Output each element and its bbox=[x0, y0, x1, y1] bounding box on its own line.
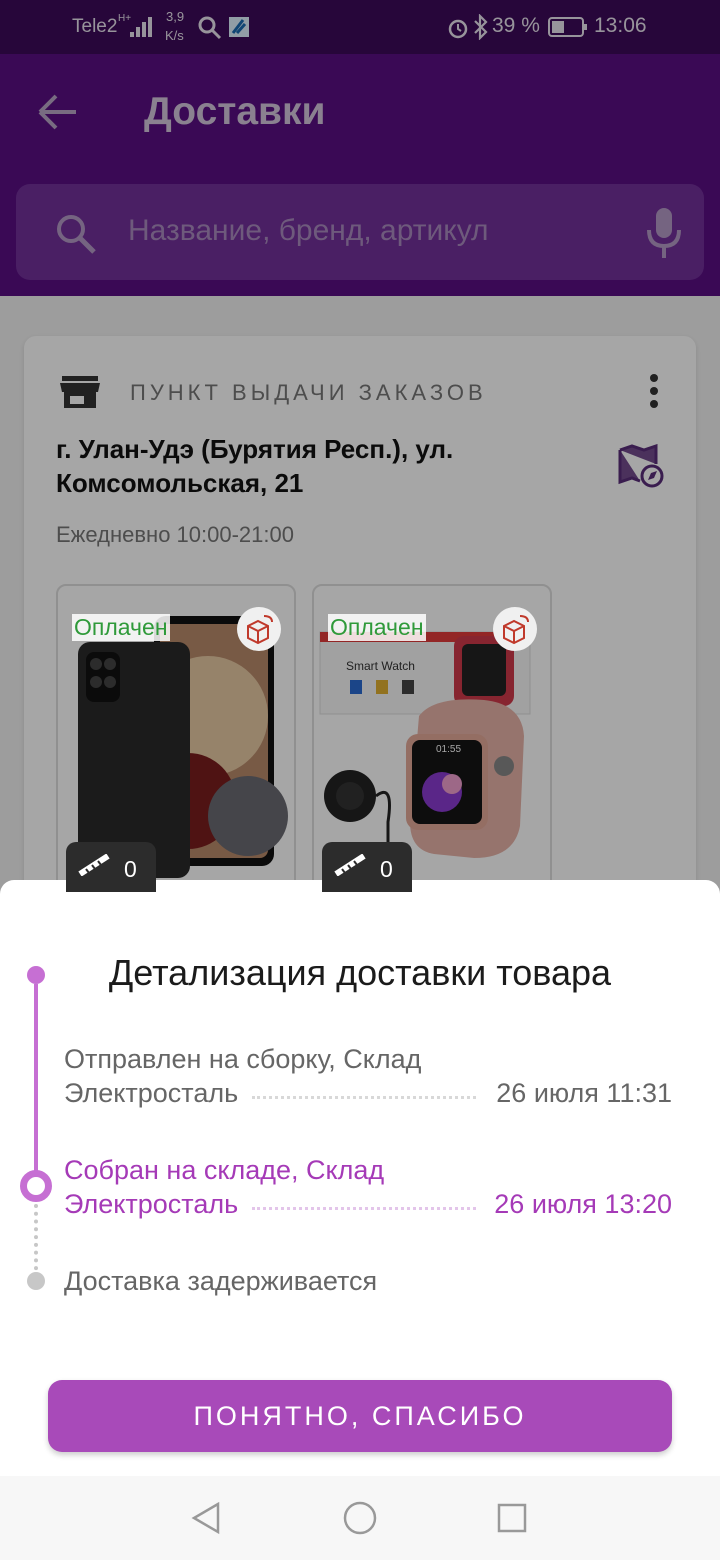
timeline-dot-done bbox=[27, 966, 45, 984]
timeline-dotted-line bbox=[34, 1204, 38, 1278]
confirm-button[interactable]: ПОНЯТНО, СПАСИБО bbox=[48, 1380, 672, 1452]
ruler-icon bbox=[78, 854, 110, 876]
return-box-icon bbox=[237, 607, 281, 651]
sizes-count: 0 bbox=[380, 856, 393, 882]
payment-status: Оплачен bbox=[328, 614, 426, 641]
step-location: Электросталь bbox=[64, 1076, 247, 1110]
step-title: Доставка задерживается bbox=[64, 1266, 378, 1296]
step-location: Электросталь bbox=[64, 1187, 247, 1221]
payment-status: Оплачен bbox=[72, 614, 170, 641]
nav-recents-icon[interactable] bbox=[492, 1498, 532, 1538]
timeline-step-current: Собран на складе, Склад Электросталь 26 … bbox=[64, 1153, 672, 1221]
ruler-icon bbox=[334, 854, 366, 876]
dotted-leader bbox=[252, 1096, 476, 1099]
system-nav-bar bbox=[0, 1476, 720, 1560]
step-title: Отправлен на сборку, Склад bbox=[64, 1044, 422, 1074]
sizes-count: 0 bbox=[124, 856, 137, 882]
timeline-dot-pending bbox=[27, 1272, 45, 1290]
delivery-details-sheet: Детализация доставки товара Отправлен на… bbox=[0, 880, 720, 1476]
timeline-dot-current bbox=[20, 1170, 52, 1202]
step-time: 26 июля 13:20 bbox=[486, 1187, 672, 1221]
sizes-badge: 0 bbox=[322, 842, 412, 892]
sizes-badge: 0 bbox=[66, 842, 156, 892]
dotted-leader bbox=[252, 1207, 476, 1210]
timeline-step-pending: Доставка задерживается bbox=[64, 1264, 672, 1298]
timeline-step: Отправлен на сборку, Склад Электросталь … bbox=[64, 1042, 672, 1110]
return-box-icon bbox=[493, 607, 537, 651]
sheet-title: Детализация доставки товара bbox=[108, 952, 612, 993]
nav-back-icon[interactable] bbox=[186, 1498, 226, 1538]
nav-home-icon[interactable] bbox=[340, 1498, 380, 1538]
step-title: Собран на складе, Склад bbox=[64, 1155, 385, 1185]
step-time: 26 июля 11:31 bbox=[488, 1076, 672, 1110]
timeline-line bbox=[34, 984, 38, 1186]
